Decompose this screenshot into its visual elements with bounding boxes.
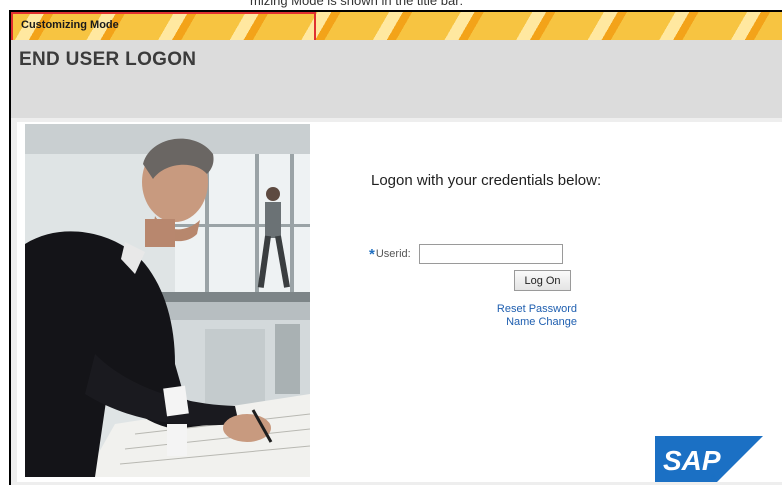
header-band: END USER LOGON bbox=[11, 40, 782, 118]
account-links: Reset Password Name Change bbox=[457, 303, 577, 329]
content-band: Logon with your credentials below: * Use… bbox=[11, 118, 782, 485]
reset-password-link[interactable]: Reset Password bbox=[457, 303, 577, 316]
logon-heading: Logon with your credentials below: bbox=[371, 172, 602, 189]
userid-input[interactable] bbox=[418, 244, 563, 264]
browser-frame: Customizing Mode END USER LOGON Logon wi… bbox=[9, 10, 782, 485]
required-marker: * bbox=[369, 245, 375, 263]
businessman-drawing-photo bbox=[25, 124, 310, 477]
sap-logo-icon: SAP ® bbox=[655, 436, 763, 482]
clipped-text: mizing Mode is shown in the title bar: bbox=[250, 0, 464, 8]
userid-label: Userid: bbox=[375, 248, 411, 260]
userid-row: * Userid: bbox=[369, 243, 563, 265]
top-gutter: mizing Mode is shown in the title bar: bbox=[0, 0, 782, 10]
log-on-button[interactable]: Log On bbox=[514, 270, 571, 291]
sap-logo-text: SAP bbox=[663, 445, 721, 476]
registered-mark: ® bbox=[711, 474, 717, 482]
page-title: END USER LOGON bbox=[19, 49, 197, 70]
sap-logo: SAP ® bbox=[655, 436, 763, 482]
name-change-link[interactable]: Name Change bbox=[457, 316, 577, 329]
content-panel: Logon with your credentials below: * Use… bbox=[17, 122, 782, 482]
businessman-photo bbox=[25, 124, 310, 477]
